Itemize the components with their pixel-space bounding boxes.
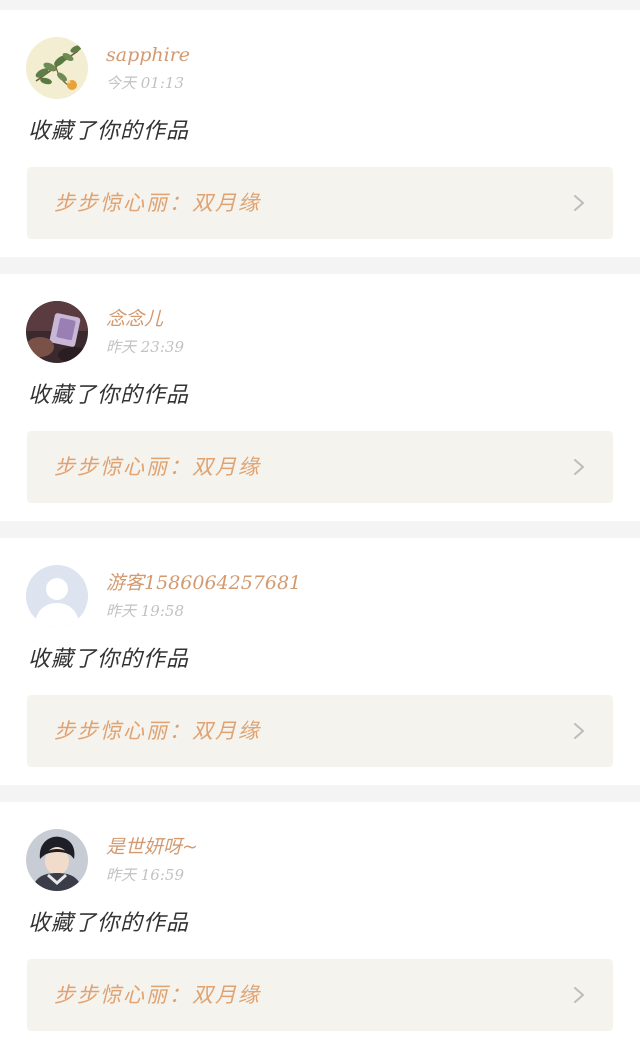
- notification-card: 游客1586064257681 昨天 19:58 收藏了你的作品 步步惊心丽：双…: [0, 538, 640, 785]
- flower-branch-avatar-icon[interactable]: [26, 37, 88, 99]
- notification-card: 念念儿 昨天 23:39 收藏了你的作品 步步惊心丽：双月缘: [0, 274, 640, 521]
- timestamp: 昨天 23:39: [106, 338, 184, 356]
- timestamp: 今天 01:13: [106, 74, 184, 92]
- work-title: 步步惊心丽：双月缘: [54, 455, 261, 479]
- chevron-right-icon: [573, 195, 585, 211]
- work-link-card[interactable]: 步步惊心丽：双月缘: [27, 431, 613, 503]
- username[interactable]: 是世妍呀~: [106, 835, 198, 859]
- work-title: 步步惊心丽：双月缘: [54, 191, 261, 215]
- photo-avatar-icon[interactable]: [26, 301, 88, 363]
- default-user-avatar-icon[interactable]: [26, 565, 88, 627]
- notification-card: 是世妍呀~ 昨天 16:59 收藏了你的作品 步步惊心丽：双月缘: [0, 802, 640, 1049]
- work-title: 步步惊心丽：双月缘: [54, 983, 261, 1007]
- notification-feed: sapphire 今天 01:13 收藏了你的作品 步步惊心丽：双月缘 念念儿 …: [0, 0, 640, 1049]
- work-link-card[interactable]: 步步惊心丽：双月缘: [27, 959, 613, 1031]
- notification-card: sapphire 今天 01:13 收藏了你的作品 步步惊心丽：双月缘: [0, 10, 640, 257]
- chevron-right-icon: [573, 987, 585, 1003]
- action-text: 收藏了你的作品: [28, 647, 190, 672]
- action-text: 收藏了你的作品: [28, 383, 190, 408]
- username[interactable]: sapphire: [106, 43, 190, 67]
- timestamp: 昨天 16:59: [106, 866, 184, 884]
- work-title: 步步惊心丽：双月缘: [54, 719, 261, 743]
- work-link-card[interactable]: 步步惊心丽：双月缘: [27, 695, 613, 767]
- action-text: 收藏了你的作品: [28, 911, 190, 936]
- chevron-right-icon: [573, 723, 585, 739]
- chevron-right-icon: [573, 459, 585, 475]
- work-link-card[interactable]: 步步惊心丽：双月缘: [27, 167, 613, 239]
- username[interactable]: 念念儿: [106, 307, 163, 331]
- username[interactable]: 游客1586064257681: [106, 571, 301, 595]
- action-text: 收藏了你的作品: [28, 119, 190, 144]
- portrait-avatar-icon[interactable]: [26, 829, 88, 891]
- timestamp: 昨天 19:58: [106, 602, 184, 620]
